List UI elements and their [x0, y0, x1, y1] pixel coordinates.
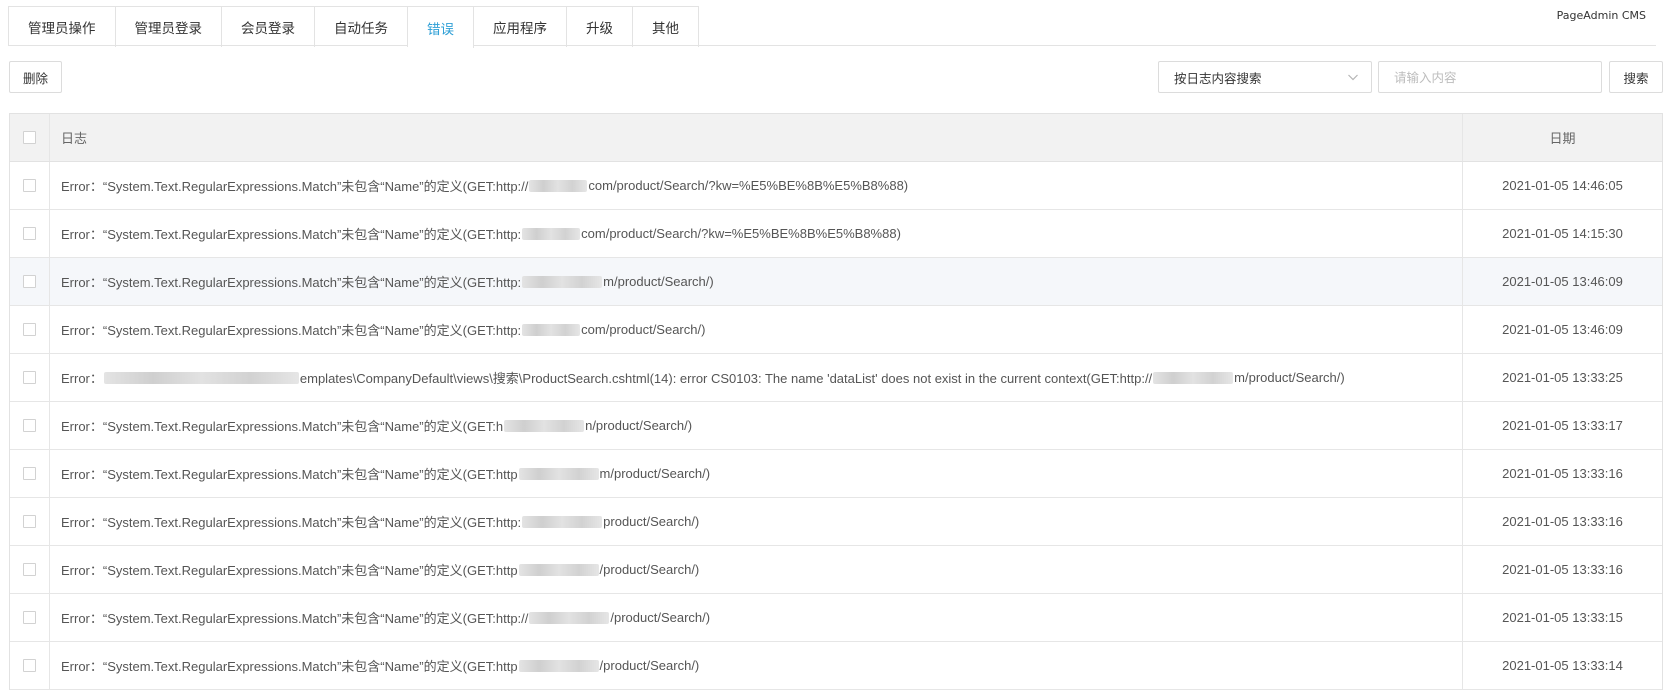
- log-message: Error：“System.Text.RegularExpressions.Ma…: [50, 306, 1463, 353]
- table-row: Error：“System.Text.RegularExpressions.Ma…: [10, 642, 1662, 690]
- log-date: 2021-01-05 13:33:16: [1502, 466, 1623, 481]
- search-input[interactable]: [1378, 61, 1602, 93]
- tabs-divider: [8, 45, 1656, 46]
- tab-applications[interactable]: 应用程序: [474, 7, 567, 47]
- log-date: 2021-01-05 13:33:25: [1502, 370, 1623, 385]
- table-header: 日志 日期: [10, 114, 1662, 162]
- search-button[interactable]: 搜索: [1609, 61, 1663, 93]
- redacted-block: [522, 227, 581, 240]
- redacted-block: [522, 323, 581, 336]
- tab-upgrade[interactable]: 升级: [567, 7, 633, 47]
- row-checkbox[interactable]: [23, 371, 36, 384]
- tab-other[interactable]: 其他: [633, 7, 699, 47]
- redacted-block: [522, 275, 603, 288]
- log-message: Error：“System.Text.RegularExpressions.Ma…: [50, 402, 1463, 449]
- table-row: Error： emplates\CompanyDefault\views\搜索\P…: [10, 354, 1662, 402]
- row-checkbox[interactable]: [23, 611, 36, 624]
- redacted-block: [529, 611, 610, 624]
- redacted-block: [1153, 371, 1234, 384]
- log-date: 2021-01-05 13:33:16: [1502, 514, 1623, 529]
- log-message: Error： emplates\CompanyDefault\views\搜索\P…: [50, 354, 1463, 401]
- log-date: 2021-01-05 13:46:09: [1502, 322, 1623, 337]
- header-date: 日期: [1549, 131, 1576, 146]
- tab-admin-operations[interactable]: 管理员操作: [9, 7, 116, 47]
- log-date: 2021-01-05 14:46:05: [1502, 178, 1623, 193]
- log-message: Error：“System.Text.RegularExpressions.Ma…: [50, 594, 1463, 641]
- table-row: Error：“System.Text.RegularExpressions.Ma…: [10, 546, 1662, 594]
- log-message: Error：“System.Text.RegularExpressions.Ma…: [50, 162, 1463, 209]
- log-message: Error：“System.Text.RegularExpressions.Ma…: [50, 450, 1463, 497]
- table-row: Error：“System.Text.RegularExpressions.Ma…: [10, 594, 1662, 642]
- log-type-tabs: 管理员操作 管理员登录 会员登录 自动任务 错误 应用程序 升级 其他: [8, 6, 699, 48]
- row-checkbox[interactable]: [23, 515, 36, 528]
- redacted-block: [522, 515, 603, 528]
- redacted-block: [103, 371, 299, 384]
- log-message: Error：“System.Text.RegularExpressions.Ma…: [50, 210, 1463, 257]
- row-checkbox[interactable]: [23, 659, 36, 672]
- log-date: 2021-01-05 14:15:30: [1502, 226, 1623, 241]
- log-date: 2021-01-05 13:33:16: [1502, 562, 1623, 577]
- log-date: 2021-01-05 13:46:09: [1502, 274, 1623, 289]
- tab-admin-login[interactable]: 管理员登录: [115, 7, 222, 47]
- tab-errors[interactable]: 错误: [408, 7, 474, 48]
- tab-member-login[interactable]: 会员登录: [222, 7, 315, 47]
- search-type-select[interactable]: 按日志内容搜索: [1158, 61, 1372, 93]
- row-checkbox[interactable]: [23, 563, 36, 576]
- table-row: Error：“System.Text.RegularExpressions.Ma…: [10, 162, 1662, 210]
- log-message: Error：“System.Text.RegularExpressions.Ma…: [50, 546, 1463, 593]
- table-row: Error：“System.Text.RegularExpressions.Ma…: [10, 498, 1662, 546]
- delete-button[interactable]: 删除: [9, 61, 62, 93]
- table-row: Error：“System.Text.RegularExpressions.Ma…: [10, 450, 1662, 498]
- header-log: 日志: [50, 114, 1463, 161]
- row-checkbox[interactable]: [23, 467, 36, 480]
- table-row: Error：“System.Text.RegularExpressions.Ma…: [10, 306, 1662, 354]
- row-checkbox[interactable]: [23, 227, 36, 240]
- redacted-block: [518, 659, 599, 672]
- row-checkbox[interactable]: [23, 419, 36, 432]
- tab-auto-tasks[interactable]: 自动任务: [315, 7, 408, 47]
- redacted-block: [504, 419, 585, 432]
- redacted-block: [518, 467, 599, 480]
- log-message: Error：“System.Text.RegularExpressions.Ma…: [50, 498, 1463, 545]
- log-date: 2021-01-05 13:33:15: [1502, 610, 1623, 625]
- table-row: Error：“System.Text.RegularExpressions.Ma…: [10, 210, 1662, 258]
- redacted-block: [529, 179, 588, 192]
- error-log-table: 日志 日期 Error：“System.Text.RegularExpressi…: [9, 113, 1663, 690]
- select-all-checkbox[interactable]: [23, 131, 36, 144]
- chevron-down-icon: [1348, 74, 1358, 81]
- row-checkbox[interactable]: [23, 179, 36, 192]
- log-date: 2021-01-05 13:33:17: [1502, 418, 1623, 433]
- log-message: Error：“System.Text.RegularExpressions.Ma…: [50, 258, 1463, 305]
- row-checkbox[interactable]: [23, 323, 36, 336]
- brand-label: PageAdmin CMS: [1556, 9, 1646, 22]
- row-checkbox[interactable]: [23, 275, 36, 288]
- search-type-value: 按日志内容搜索: [1174, 70, 1262, 86]
- table-row: Error：“System.Text.RegularExpressions.Ma…: [10, 402, 1662, 450]
- redacted-block: [518, 563, 599, 576]
- table-row: Error：“System.Text.RegularExpressions.Ma…: [10, 258, 1662, 306]
